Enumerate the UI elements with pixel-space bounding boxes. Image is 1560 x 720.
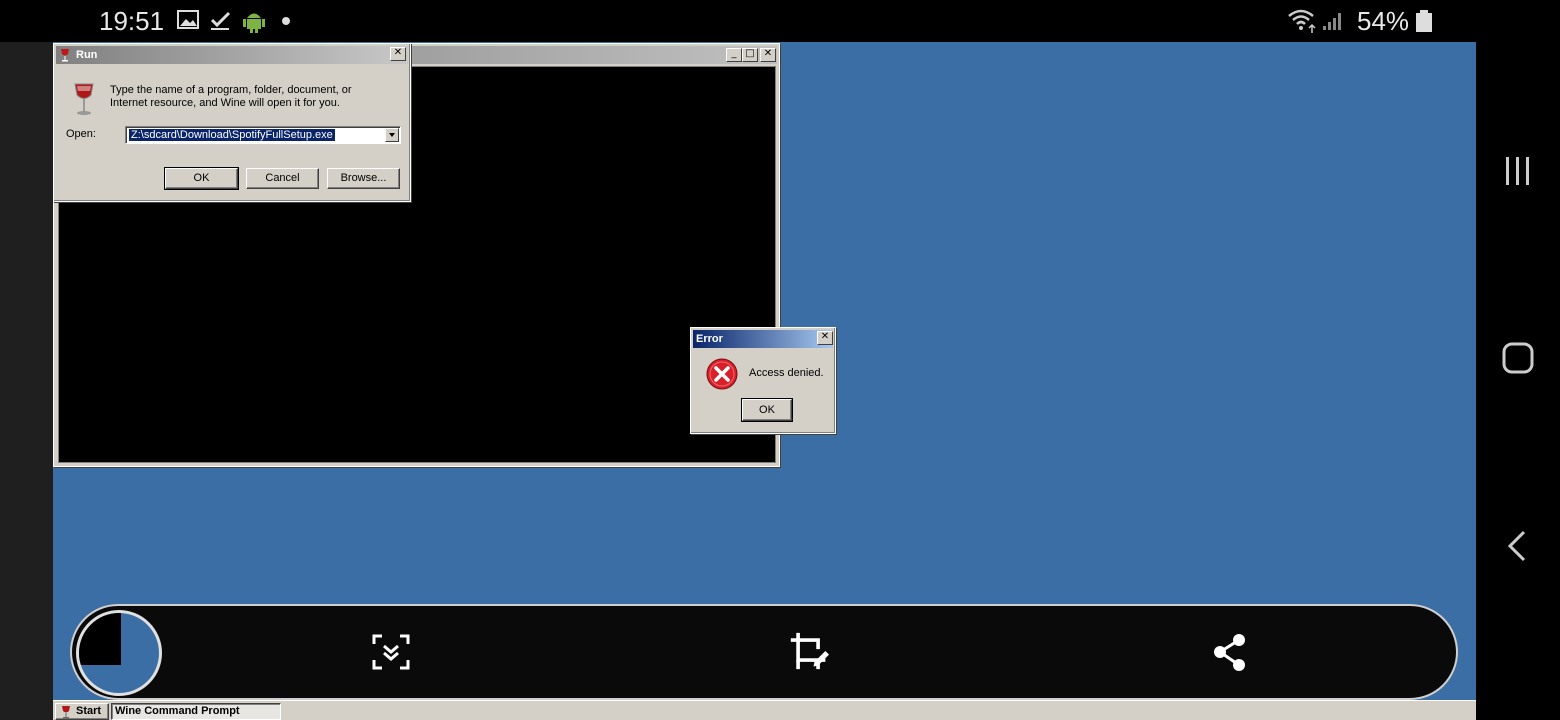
wifi-icon: [1288, 9, 1316, 33]
back-icon[interactable]: [1498, 526, 1538, 566]
run-titlebar[interactable]: Run: [56, 46, 408, 64]
error-message: Access denied.: [749, 367, 824, 379]
run-browse-button[interactable]: Browse...: [327, 168, 400, 189]
error-dialog[interactable]: Error ✕ Access denied. OK: [690, 327, 836, 434]
error-icon: [706, 358, 738, 390]
check-icon: [210, 11, 231, 30]
wine-glass-icon: [74, 83, 94, 115]
battery-percent: 54%: [1357, 6, 1410, 36]
open-input[interactable]: Z:\sdcard\Download\SpotifyFullSetup.exe: [129, 129, 335, 141]
run-dialog[interactable]: Run ✕ Type the name of a program, folder…: [53, 43, 411, 202]
home-icon[interactable]: [1498, 338, 1538, 378]
android-icon: [243, 13, 265, 33]
run-close-button[interactable]: ✕: [390, 47, 406, 61]
wine-glass-icon: [62, 706, 70, 719]
run-description: Type the name of a program, folder, docu…: [110, 84, 352, 109]
recents-icon[interactable]: [1498, 151, 1538, 191]
status-bar: 19:51 54%: [0, 0, 1476, 42]
open-combobox[interactable]: Z:\sdcard\Download\SpotifyFullSetup.exe: [125, 126, 401, 144]
signal-icon: [1323, 13, 1341, 30]
run-cancel-button[interactable]: Cancel: [246, 168, 319, 189]
scroll-capture-icon[interactable]: [371, 632, 411, 672]
share-icon[interactable]: [1210, 632, 1250, 672]
open-label: Open:: [66, 128, 96, 140]
error-close-button[interactable]: ✕: [817, 331, 833, 345]
dot-icon: [282, 17, 290, 25]
error-titlebar[interactable]: Error: [693, 330, 833, 348]
task-wine-command-prompt[interactable]: Wine Command Prompt: [111, 703, 281, 720]
wine-glass-icon: [61, 49, 69, 62]
chevron-down-icon: [389, 133, 395, 137]
crop-edit-icon[interactable]: [789, 631, 829, 671]
gallery-icon: [177, 10, 199, 29]
error-ok-button[interactable]: OK: [741, 398, 793, 422]
start-label: Start: [76, 705, 102, 717]
screenshot-thumbnail[interactable]: [76, 610, 162, 696]
left-margin: [0, 42, 53, 720]
error-title: Error: [696, 333, 723, 345]
battery-icon: [1416, 10, 1432, 32]
start-button[interactable]: Start: [55, 703, 109, 720]
status-clock: 19:51: [99, 6, 165, 36]
run-ok-button[interactable]: OK: [164, 167, 239, 190]
minimize-button[interactable]: _: [726, 48, 742, 62]
maximize-button[interactable]: □: [742, 48, 758, 62]
combo-dropdown-button[interactable]: [385, 128, 399, 142]
taskbar: Start Wine Command Prompt: [53, 700, 1476, 720]
run-title: Run: [76, 49, 98, 61]
close-button[interactable]: ✕: [760, 48, 776, 62]
